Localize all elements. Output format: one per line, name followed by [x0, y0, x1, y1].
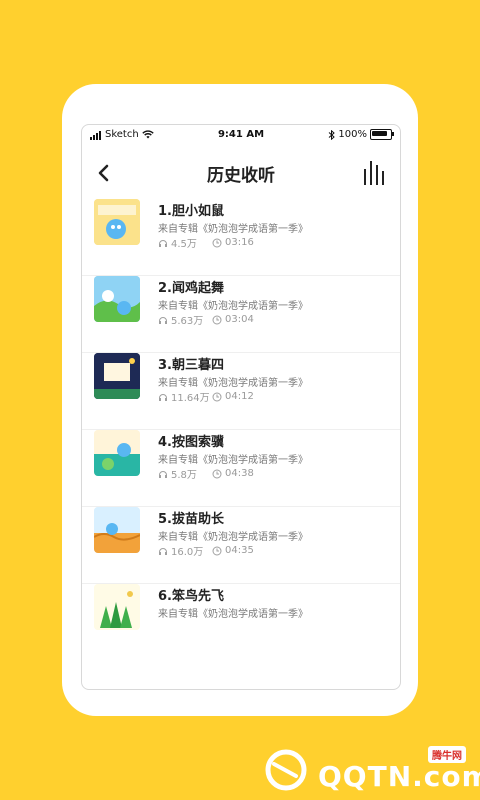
item-meta: 4.5万 03:16 — [158, 235, 254, 250]
duration-value: 03:04 — [225, 314, 254, 325]
item-meta: 5.8万 04:38 — [158, 466, 254, 481]
list-item[interactable]: 3.朝三暮四 来自专辑《奶泡泡学成语第一季》 11.64万 04:12 — [82, 353, 400, 430]
status-right: 100% — [328, 129, 394, 140]
item-album: 来自专辑《奶泡泡学成语第一季》 — [158, 224, 308, 235]
duration-value: 04:35 — [225, 545, 254, 556]
item-album: 来自专辑《奶泡泡学成语第一季》 — [158, 609, 308, 620]
cover-illustration — [94, 276, 140, 322]
watermark-text: QQTN.com — [318, 760, 480, 793]
play-count: 11.64万 — [158, 389, 212, 404]
cover-illustration — [94, 199, 140, 245]
duration-value: 03:16 — [225, 237, 254, 248]
duration: 04:35 — [212, 545, 254, 556]
watermark-badge: 腾牛网 — [428, 746, 466, 763]
item-album: 来自专辑《奶泡泡学成语第一季》 — [158, 532, 308, 543]
phone-frame: Sketch 9:41 AM 100% 历史收听 1.胆小如鼠 来自专辑《奶泡泡… — [81, 124, 401, 690]
list-item[interactable]: 1.胆小如鼠 来自专辑《奶泡泡学成语第一季》 4.5万 03:16 — [82, 199, 400, 276]
list-item[interactable]: 5.拔苗助长 来自专辑《奶泡泡学成语第一季》 16.0万 04:35 — [82, 507, 400, 584]
duration: 03:16 — [212, 237, 254, 248]
list-item[interactable]: 6.笨鸟先飞 来自专辑《奶泡泡学成语第一季》 — [82, 584, 400, 660]
battery-label: 100% — [338, 129, 367, 140]
duration: 03:04 — [212, 314, 254, 325]
now-playing-button[interactable] — [362, 159, 388, 187]
item-meta: 16.0万 04:35 — [158, 543, 254, 558]
thumbnail — [94, 276, 140, 322]
play-count-value: 5.8万 — [171, 470, 197, 481]
item-title: 3.朝三暮四 — [158, 358, 224, 373]
item-meta: 11.64万 04:12 — [158, 389, 254, 404]
list-item[interactable]: 4.按图索骥 来自专辑《奶泡泡学成语第一季》 5.8万 04:38 — [82, 430, 400, 507]
item-meta: 5.63万 03:04 — [158, 312, 254, 327]
play-count: 16.0万 — [158, 543, 212, 558]
item-title: 6.笨鸟先飞 — [158, 589, 224, 604]
headphones-icon — [159, 470, 167, 478]
headphones-icon — [159, 316, 167, 324]
thumbnail — [94, 353, 140, 399]
clock-icon — [212, 315, 222, 324]
thumbnail — [94, 199, 140, 245]
history-list: 1.胆小如鼠 来自专辑《奶泡泡学成语第一季》 4.5万 03:16 2.闻鸡起舞… — [82, 199, 400, 660]
page-title: 历史收听 — [207, 166, 275, 186]
play-count-value: 5.63万 — [171, 316, 204, 327]
duration-value: 04:12 — [225, 391, 254, 402]
play-count: 4.5万 — [158, 235, 212, 250]
watermark: QQTN.com 腾牛网 — [262, 746, 480, 794]
battery-icon — [370, 129, 394, 140]
item-album: 来自专辑《奶泡泡学成语第一季》 — [158, 301, 308, 312]
audio-bars-icon — [364, 161, 384, 185]
headphones-icon — [159, 239, 167, 247]
duration-value: 04:38 — [225, 468, 254, 479]
site-logo-icon — [265, 749, 307, 791]
cover-illustration — [94, 430, 140, 476]
headphones-icon — [159, 393, 167, 401]
clock-icon — [212, 392, 222, 401]
cover-illustration — [94, 507, 140, 553]
item-title: 4.按图索骥 — [158, 435, 224, 450]
thumbnail — [94, 430, 140, 476]
nav-bar: 历史收听 — [82, 153, 400, 193]
play-count: 5.63万 — [158, 312, 212, 327]
play-count-value: 11.64万 — [171, 393, 210, 404]
thumbnail — [94, 507, 140, 553]
item-album: 来自专辑《奶泡泡学成语第一季》 — [158, 378, 308, 389]
play-count-value: 16.0万 — [171, 547, 204, 558]
duration: 04:12 — [212, 391, 254, 402]
cover-illustration — [94, 353, 140, 399]
play-count: 5.8万 — [158, 466, 212, 481]
headphones-icon — [159, 547, 167, 555]
item-title: 2.闻鸡起舞 — [158, 281, 224, 296]
list-item[interactable]: 2.闻鸡起舞 来自专辑《奶泡泡学成语第一季》 5.63万 03:04 — [82, 276, 400, 353]
clock-icon — [212, 469, 222, 478]
bluetooth-icon — [329, 129, 336, 140]
clock-icon — [212, 238, 222, 247]
cover-illustration — [94, 584, 140, 630]
status-bar: Sketch 9:41 AM 100% — [82, 125, 400, 145]
thumbnail — [94, 584, 140, 630]
item-title: 5.拔苗助长 — [158, 512, 224, 527]
play-count-value: 4.5万 — [171, 239, 197, 250]
clock-icon — [212, 546, 222, 555]
item-album: 来自专辑《奶泡泡学成语第一季》 — [158, 455, 308, 466]
item-title: 1.胆小如鼠 — [158, 204, 224, 219]
duration: 04:38 — [212, 468, 254, 479]
